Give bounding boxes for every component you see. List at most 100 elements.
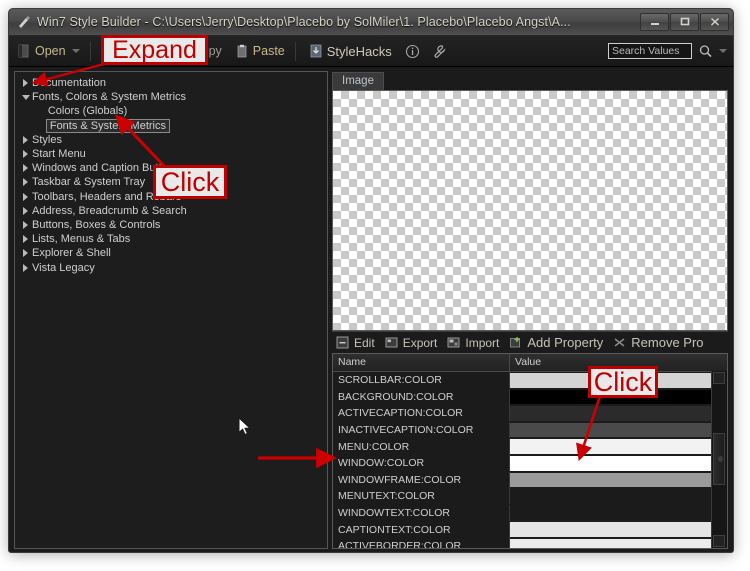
property-row[interactable]: ACTIVECAPTION:COLOR [333,405,727,422]
export-label: Export [402,335,438,350]
search-input[interactable] [608,43,692,59]
property-name: BACKGROUND:COLOR [333,388,510,405]
import-button[interactable]: Import [443,333,503,353]
minimize-button[interactable] [640,13,669,31]
tree-expander-closed-icon[interactable] [19,192,32,201]
column-header-name[interactable]: Name [333,354,510,371]
application-window: Win7 Style Builder - C:\Users\Jerry\Desk… [8,8,734,553]
tree-expander-closed-icon[interactable] [19,150,32,159]
tree-node-start-menu[interactable]: Start Menu [15,147,327,161]
property-row[interactable]: SCROLLBAR:COLOR [333,372,727,389]
tree-node-vista-legacy[interactable]: Vista Legacy [15,260,327,274]
tree-expander-closed-icon[interactable] [19,164,32,173]
tree-node-address-breadcrumb-search[interactable]: Address, Breadcrumb & Search [15,204,327,218]
open-label: Open [35,44,66,58]
scroll-down-button[interactable] [713,535,725,547]
color-swatch[interactable] [510,455,713,471]
tree-node-fonts-system-metrics[interactable]: ⌐Fonts & System Metrics [15,118,327,133]
tree-expander-closed-icon[interactable] [19,235,32,244]
property-value-cell[interactable] [510,405,727,422]
property-row[interactable]: ACTIVEBORDER:COLOR [333,538,727,548]
toolbar-separator-1 [89,41,91,61]
tree-node-label: Start Menu [32,148,86,161]
property-grid-scrollbar[interactable] [711,371,727,548]
color-swatch[interactable] [510,422,713,438]
color-swatch[interactable] [510,538,713,548]
search-button[interactable] [698,44,714,59]
tree-expander-closed-icon[interactable] [19,206,32,215]
image-preview-panel[interactable] [332,90,728,331]
navigation-tree[interactable]: Documentation Fonts, Colors & System Metr… [14,71,328,549]
title-bar: Win7 Style Builder - C:\Users\Jerry\Desk… [9,9,733,36]
property-value-cell[interactable] [510,505,727,522]
tree-node-buttons-boxes-controls[interactable]: Buttons, Boxes & Controls [15,218,327,232]
tree-node-lists-menus-tabs[interactable]: Lists, Menus & Tabs [15,232,327,246]
tree-expander-closed-icon[interactable] [19,79,32,88]
tree-node-styles[interactable]: Styles [15,133,327,147]
tree-node-label: Buttons, Boxes & Controls [32,218,161,231]
edit-button[interactable]: Edit [332,333,379,353]
export-icon [385,336,399,350]
app-icon [16,14,32,30]
tree-expander-open-icon[interactable] [19,94,32,100]
search-dropdown-caret-icon[interactable] [719,49,727,53]
paste-button[interactable]: Paste [230,39,290,63]
property-row[interactable]: WINDOWFRAME:COLOR [333,471,727,489]
open-dropdown-caret-icon[interactable] [71,49,80,53]
edit-label: Edit [354,335,375,350]
property-value-cell[interactable] [510,472,727,489]
mouse-cursor [238,417,251,436]
property-value-cell[interactable] [510,521,727,538]
color-swatch[interactable] [510,522,713,537]
tools-button[interactable] [427,39,451,63]
close-button[interactable] [700,13,729,31]
property-value-cell[interactable] [510,538,727,548]
remove-property-button[interactable]: Remove Pro [609,333,707,353]
color-swatch[interactable] [510,406,713,421]
property-row[interactable]: INACTIVECAPTION:COLOR [333,422,727,439]
tree-node-colors-globals[interactable]: ⌐Colors (Globals) [15,104,327,118]
export-button[interactable]: Export [381,333,442,353]
tree-node-fonts-colors-system-metrics[interactable]: Fonts, Colors & System Metrics [15,90,327,104]
property-value-cell[interactable] [510,488,727,505]
property-value-cell[interactable] [510,455,727,472]
property-value-cell[interactable] [510,438,727,455]
scroll-up-button[interactable] [713,372,725,384]
tab-image[interactable]: Image [332,72,384,90]
tree-node-label: Colors (Globals) [47,105,128,118]
tree-expander-closed-icon[interactable] [19,249,32,258]
scrollbar-thumb[interactable] [713,433,725,485]
tree-node-documentation[interactable]: Documentation [15,76,327,90]
tree-node-explorer-shell[interactable]: Explorer & Shell [15,246,327,260]
property-value-cell[interactable] [510,422,727,439]
property-name: WINDOWFRAME:COLOR [333,471,510,488]
property-row[interactable]: WINDOW:COLOR [333,455,727,472]
property-row[interactable]: MENU:COLOR [333,438,727,455]
tree-expander-closed-icon[interactable] [19,135,32,144]
maximize-button[interactable] [670,13,699,31]
annotation-click-tree: Click [153,165,227,199]
add-property-button[interactable]: Add Property [505,333,607,353]
stylehacks-button[interactable]: StyleHacks [304,39,397,63]
property-grid[interactable]: Name Value SCROLLBAR:COLOR BACKGROUND:COL… [332,353,728,549]
property-row[interactable]: BACKGROUND:COLOR [333,388,727,406]
triangle-right-icon [23,150,28,159]
tree-expander-closed-icon[interactable] [19,220,32,229]
tree-node-label: Styles [32,133,62,146]
right-column: Image Edit Export Import Add Property Re… [332,71,728,549]
property-row[interactable]: CAPTIONTEXT:COLOR [333,521,727,538]
open-folder-icon [17,44,31,58]
info-button[interactable] [400,39,424,63]
property-row[interactable]: WINDOWTEXT:COLOR [333,505,727,522]
open-button[interactable]: Open [12,39,85,63]
tree-expander-closed-icon[interactable] [19,263,32,272]
color-swatch[interactable] [510,472,713,488]
window-title: Win7 Style Builder - C:\Users\Jerry\Desk… [37,15,571,29]
property-row[interactable]: MENUTEXT:COLOR [333,488,727,505]
property-name: MENUTEXT:COLOR [333,488,510,505]
remove-property-icon [613,336,627,350]
import-label: Import [465,335,500,350]
tree-expander-closed-icon[interactable] [19,178,32,187]
color-swatch[interactable] [510,439,713,454]
tree-node-label: Address, Breadcrumb & Search [32,204,187,217]
